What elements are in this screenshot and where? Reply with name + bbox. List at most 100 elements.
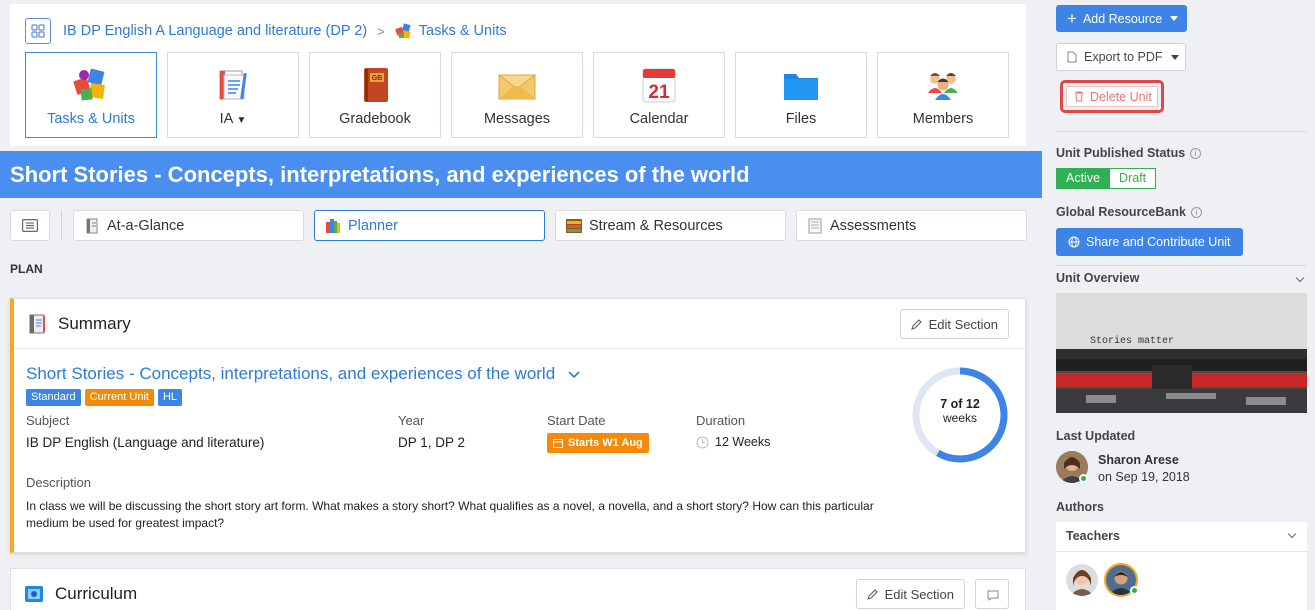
books-icon (326, 218, 340, 233)
description-label: Description (26, 475, 92, 490)
unit-title-link[interactable]: Short Stories - Concepts, interpretation… (26, 364, 580, 384)
pencil-icon (910, 318, 922, 330)
members-icon (928, 73, 958, 100)
year-label: Year (398, 413, 425, 428)
start-date-badge: Starts W1 Aug (547, 433, 649, 453)
unit-tabs: At-a-Glance Planner Stream & Resources A… (10, 210, 1037, 241)
status-draft-toggle[interactable]: Draft (1110, 168, 1157, 189)
breadcrumb-course-link[interactable]: IB DP English A Language and literature … (63, 23, 367, 39)
tab-at-a-glance[interactable]: At-a-Glance (73, 210, 304, 241)
folder-icon (784, 74, 818, 100)
tool-calendar[interactable]: 21 Calendar (593, 52, 725, 138)
updated-by-name[interactable]: Sharon Arese (1098, 453, 1179, 467)
breadcrumb-current[interactable]: Tasks & Units (419, 23, 507, 39)
summary-header: Summary (14, 299, 1025, 349)
chevron-down-icon (1287, 529, 1297, 539)
status-active-toggle[interactable]: Active (1056, 168, 1111, 189)
tool-label: Messages (483, 111, 551, 127)
tool-messages[interactable]: Messages (451, 52, 583, 138)
tool-members[interactable]: Members (877, 52, 1009, 138)
list-icon (22, 219, 38, 232)
delete-unit-label: Delete Unit (1090, 89, 1152, 104)
info-icon[interactable]: i (1190, 206, 1202, 218)
curriculum-icon (25, 586, 43, 602)
tool-label: Files (785, 111, 817, 127)
tab-label: Planner (348, 217, 398, 234)
clock-icon (696, 436, 709, 448)
tab-label: At-a-Glance (107, 217, 185, 234)
tool-tiles: Tasks & Units IA ▼ GB Gradebook Messages… (25, 52, 1019, 138)
subject-label: Subject (26, 413, 70, 428)
online-status-dot (1130, 586, 1139, 595)
tool-label: IA ▼ (219, 111, 247, 127)
edit-curriculum-button[interactable]: Edit Section (855, 579, 965, 609)
unit-sidebar: + Add Resource Export to PDF Delete Unit… (1042, 0, 1315, 610)
gradebook-icon: GB (364, 68, 388, 102)
pdf-icon (1067, 51, 1077, 63)
edit-label: Edit Section (928, 316, 998, 332)
caret-down-icon (1170, 54, 1179, 60)
tool-gradebook[interactable]: GB Gradebook (309, 52, 441, 138)
duration-value: 12 Weeks (696, 435, 770, 449)
sidebar-divider (1056, 131, 1306, 132)
comment-button[interactable] (975, 579, 1009, 609)
pencil-icon (866, 588, 878, 600)
sidebar-divider (1056, 265, 1306, 266)
tool-tasks-units[interactable]: Tasks & Units (25, 52, 157, 138)
summary-card: Summary Edit Section Short Stories - Con… (10, 298, 1026, 553)
grid-menu-icon[interactable] (25, 18, 51, 44)
breadcrumb-separator: > (377, 23, 385, 39)
edit-summary-button[interactable]: Edit Section (899, 309, 1009, 339)
add-resource-button[interactable]: + Add Resource (1056, 5, 1187, 32)
published-status-text: Unit Published Status (1056, 146, 1186, 160)
tab-planner[interactable]: Planner (314, 210, 545, 241)
share-unit-button[interactable]: Share and Contribute Unit (1056, 228, 1243, 256)
curriculum-card: Curriculum Edit Section (10, 568, 1026, 610)
trash-icon (1075, 91, 1083, 102)
info-icon[interactable]: i (1190, 147, 1202, 159)
teachers-list (1056, 552, 1307, 610)
export-pdf-button[interactable]: Export to PDF (1056, 43, 1186, 71)
badge-current-unit: Current Unit (84, 389, 154, 406)
course-header: IB DP English A Language and literature … (10, 4, 1026, 146)
chevron-down-icon[interactable] (1295, 273, 1305, 283)
delete-unit-button[interactable]: Delete Unit (1066, 86, 1158, 107)
tool-files[interactable]: Files (735, 52, 867, 138)
tab-stream-resources[interactable]: Stream & Resources (555, 210, 786, 241)
svg-text:Stories matter: Stories matter (1090, 335, 1174, 347)
progress-unit: weeks (942, 411, 977, 425)
envelope-icon (498, 74, 536, 100)
resourcebank-label: Global ResourceBank i (1056, 205, 1202, 219)
tool-label: Gradebook (339, 111, 411, 127)
tool-label: Tasks & Units (47, 111, 135, 127)
teachers-panel-header[interactable]: Teachers (1056, 522, 1307, 552)
avatar[interactable] (1066, 564, 1098, 596)
progress-main: 7 of 12 (940, 397, 980, 411)
tab-assessments[interactable]: Assessments (796, 210, 1027, 241)
puzzle-icon (394, 23, 411, 39)
add-resource-label: Add Resource (1082, 11, 1163, 26)
share-unit-label: Share and Contribute Unit (1086, 235, 1231, 249)
unit-overview-label: Unit Overview (1056, 271, 1140, 285)
curriculum-title: Curriculum (55, 584, 138, 603)
list-view-button[interactable] (10, 210, 50, 241)
globe-icon (1068, 236, 1080, 248)
published-status-label: Unit Published Status i (1056, 146, 1202, 160)
summary-title: Summary (58, 313, 131, 333)
updated-on-date: on Sep 19, 2018 (1098, 470, 1190, 484)
comment-icon (987, 590, 999, 601)
duration-label: Duration (696, 413, 746, 428)
edit-label: Edit Section (884, 586, 954, 602)
badge-hl: HL (157, 389, 183, 406)
unit-badges: Standard Current Unit HL (26, 389, 186, 406)
tab-label: Stream & Resources (589, 217, 723, 234)
online-status-dot (1079, 474, 1088, 483)
unit-overview-image[interactable]: Stories matter (1056, 293, 1307, 413)
start-date-value: Starts W1 Aug (568, 437, 643, 449)
tool-label: Members (912, 111, 974, 127)
tool-ia[interactable]: IA ▼ (167, 52, 299, 138)
unit-title-banner: Short Stories - Concepts, interpretation… (0, 151, 1042, 198)
unit-link-text: Short Stories - Concepts, interpretation… (26, 364, 556, 383)
plan-section-label: PLAN (10, 262, 43, 276)
tab-label: Assessments (830, 217, 917, 234)
